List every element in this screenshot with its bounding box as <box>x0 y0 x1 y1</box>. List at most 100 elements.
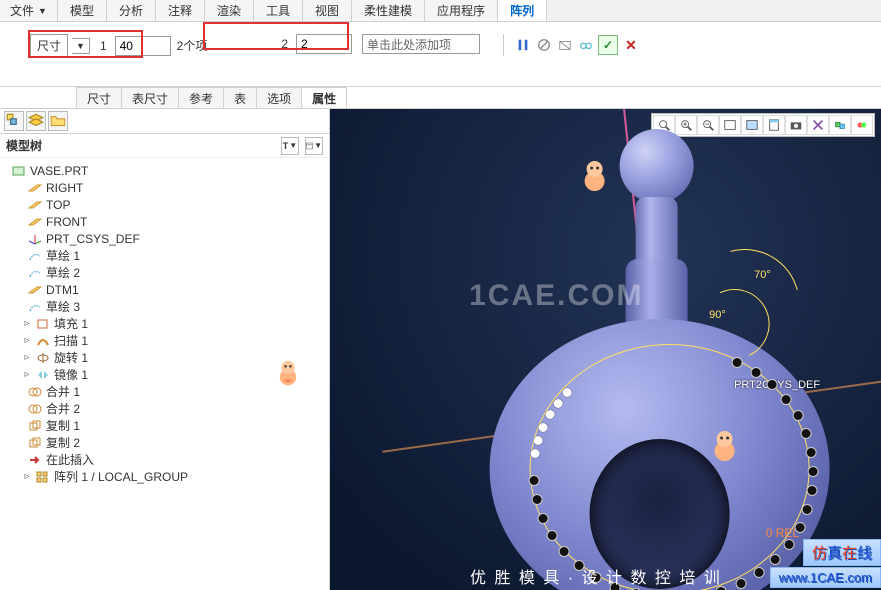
pattern-instance[interactable] <box>733 358 742 367</box>
datum-plane-icon <box>28 216 42 228</box>
pattern-instance[interactable] <box>782 395 791 404</box>
site-url-banner: www.1CAE.com <box>770 567 881 588</box>
menu-tab-render[interactable]: 渲染 <box>205 0 254 21</box>
pattern-instance[interactable] <box>751 368 760 377</box>
direction1-group: 尺寸 ▼ 1 2个项 <box>0 34 207 57</box>
sub-tab-label: 尺寸 <box>87 92 111 106</box>
expand-icon[interactable]: ▹ <box>22 336 32 346</box>
sub-tab-label: 选项 <box>267 92 291 106</box>
menu-tab-apps[interactable]: 应用程序 <box>425 0 498 21</box>
sketch-icon <box>28 301 42 313</box>
pattern-instance[interactable] <box>802 429 811 438</box>
expand-icon[interactable]: ▹ <box>22 319 32 329</box>
pattern-instance-active[interactable] <box>539 423 548 432</box>
pattern-type-dropdown[interactable]: ▼ <box>72 38 90 54</box>
preview-glasses-icon[interactable] <box>577 36 595 54</box>
folder-icon[interactable] <box>48 111 68 131</box>
tree-node[interactable]: ▹阵列 1 / LOCAL_GROUP <box>4 468 325 485</box>
tree-node[interactable]: 在此插入 <box>4 451 325 468</box>
direction2-group: 2 单击此处添加项 <box>275 34 480 54</box>
site-banner: 仿真在线 <box>803 539 881 566</box>
tree-node[interactable]: 草绘 1 <box>4 247 325 264</box>
model-tree-panel: 模型树 T▼ ▼ VASE.PRT RIGHTTOPFRONTPRT_CSYS_… <box>0 109 330 590</box>
sub-tab-table-dimension[interactable]: 表尺寸 <box>121 87 179 108</box>
expand-icon[interactable]: ▹ <box>22 370 32 380</box>
spin-center-icon[interactable] <box>851 115 873 135</box>
dim2-index-label: 2 <box>281 37 288 51</box>
menu-tab-pattern[interactable]: 阵列 <box>498 0 547 21</box>
items-suffix: 个项 <box>183 39 207 53</box>
tree-node[interactable]: ▹填充 1 <box>4 315 325 332</box>
banner-char: 仿 <box>812 545 827 562</box>
menu-tab-tools[interactable]: 工具 <box>254 0 303 21</box>
menu-tab-flex[interactable]: 柔性建模 <box>352 0 425 21</box>
pattern-type-label: 尺寸 <box>30 34 68 57</box>
sub-tab-dimension[interactable]: 尺寸 <box>76 87 122 108</box>
confirm-button[interactable]: ✓ <box>598 35 618 55</box>
insert-here-icon <box>28 454 42 466</box>
datum-plane-icon <box>28 199 42 211</box>
tree-view-icon[interactable] <box>4 111 24 131</box>
menu-tab-model[interactable]: 模型 <box>58 0 107 21</box>
dim2-value-input[interactable] <box>296 34 352 54</box>
menu-file[interactable]: 文件 ▼ <box>0 0 58 21</box>
bottom-watermark: 优 胜 模 具 · 设 计 数 控 培 训 <box>470 564 722 588</box>
cancel-button[interactable]: ✕ <box>621 35 641 55</box>
banner-char: 在 <box>842 545 857 562</box>
menu-tab-label: 阵列 <box>510 2 534 19</box>
detach-icon[interactable] <box>556 36 574 54</box>
tree-settings-icon[interactable]: ▼ <box>305 137 323 155</box>
tree-filter-icon[interactable]: T▼ <box>281 137 299 155</box>
pattern-instance-active[interactable] <box>534 436 543 445</box>
pattern-instance-active[interactable] <box>553 399 562 408</box>
menu-tabs: 模型 分析 注释 渲染 工具 视图 柔性建模 应用程序 阵列 <box>58 0 547 21</box>
forbid-icon[interactable] <box>535 36 553 54</box>
tree-node[interactable]: PRT_CSYS_DEF <box>4 230 325 247</box>
expand-icon[interactable]: ▹ <box>22 472 32 482</box>
sub-tab-reference[interactable]: 参考 <box>178 87 224 108</box>
pattern-instance[interactable] <box>538 514 547 523</box>
sub-tab-properties[interactable]: 属性 <box>301 87 347 108</box>
pattern-instance[interactable] <box>736 579 745 588</box>
tree-node[interactable]: 复制 2 <box>4 434 325 451</box>
expand-icon[interactable]: ▹ <box>22 353 32 363</box>
3d-viewport[interactable]: 1CAE.COM 70° 90° PRT2CSYS_DEF 0 REL 优 胜 … <box>330 109 881 590</box>
pattern-instance[interactable] <box>807 448 816 457</box>
tree-node[interactable]: RIGHT <box>4 179 325 196</box>
tree-node[interactable]: FRONT <box>4 213 325 230</box>
dim1-value-input[interactable] <box>115 36 171 56</box>
csys-label: PRT2CSYS_DEF <box>734 379 820 391</box>
pattern-instance[interactable] <box>768 380 777 389</box>
add-item-hint[interactable]: 单击此处添加项 <box>362 34 480 54</box>
banner-char: 真 <box>827 545 842 562</box>
layers-icon[interactable] <box>26 111 46 131</box>
menu-tab-annotate[interactable]: 注释 <box>156 0 205 21</box>
tree-node[interactable]: 复制 1 <box>4 417 325 434</box>
model-stopper-ball <box>619 129 693 203</box>
main-area: 模型树 T▼ ▼ VASE.PRT RIGHTTOPFRONTPRT_CSYS_… <box>0 109 881 590</box>
pattern-instance[interactable] <box>560 547 569 556</box>
tree-node[interactable]: TOP <box>4 196 325 213</box>
menu-tab-label: 工具 <box>266 2 290 19</box>
tree-toolbar <box>0 109 329 134</box>
mascot-icon <box>275 359 301 387</box>
menu-tab-view[interactable]: 视图 <box>303 0 352 21</box>
dim1-index-label: 1 <box>100 39 107 53</box>
pattern-instance-active[interactable] <box>563 388 572 397</box>
tree-node[interactable]: 合并 2 <box>4 400 325 417</box>
tree-node[interactable]: 草绘 3 <box>4 298 325 315</box>
menu-tab-analysis[interactable]: 分析 <box>107 0 156 21</box>
pause-icon[interactable] <box>514 36 532 54</box>
sub-tab-table[interactable]: 表 <box>223 87 257 108</box>
tree-node[interactable]: 草绘 2 <box>4 264 325 281</box>
tree-node[interactable]: ▹扫描 1 <box>4 332 325 349</box>
tree-node-label: RIGHT <box>46 181 83 195</box>
ribbon-action-icons: ✓ ✕ <box>503 34 641 56</box>
tree-title-tools: T▼ ▼ <box>281 137 323 155</box>
tree-node[interactable]: DTM1 <box>4 281 325 298</box>
tree-root[interactable]: VASE.PRT <box>4 162 325 179</box>
tree-node-label: PRT_CSYS_DEF <box>46 232 140 246</box>
pattern-instance[interactable] <box>548 531 557 540</box>
mirror-icon <box>36 369 50 381</box>
sub-tab-options[interactable]: 选项 <box>256 87 302 108</box>
